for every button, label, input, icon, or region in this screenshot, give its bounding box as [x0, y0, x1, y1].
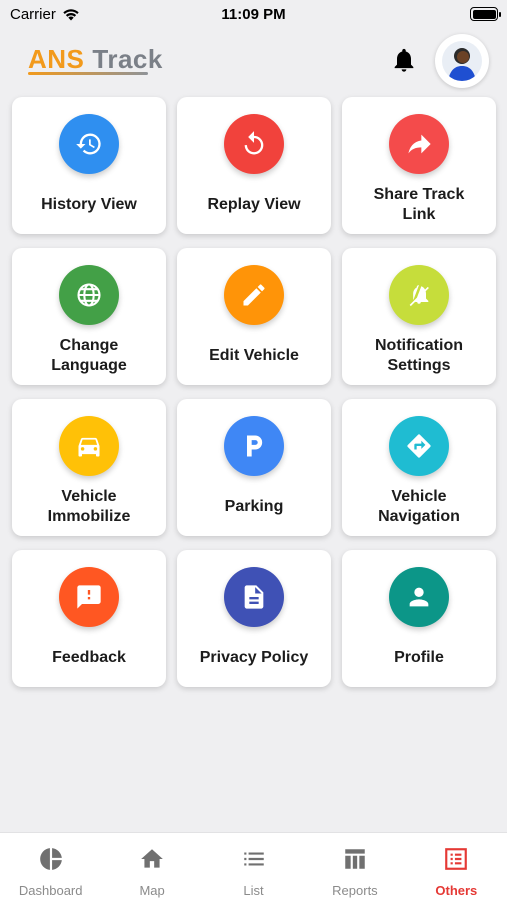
battery-icon [470, 7, 501, 21]
tile-edit-vehicle[interactable]: Edit Vehicle [177, 248, 331, 385]
bottom-tab-bar: Dashboard Map List Reports Others [0, 832, 507, 900]
parking-icon [224, 416, 284, 476]
share-icon [389, 114, 449, 174]
tile-parking[interactable]: Parking [177, 399, 331, 536]
others-icon [443, 846, 469, 877]
tile-label: Edit Vehicle [209, 347, 299, 364]
person-icon [389, 567, 449, 627]
globe-icon [59, 265, 119, 325]
tab-others[interactable]: Others [406, 833, 507, 900]
tab-label: Dashboard [18, 883, 83, 898]
list-icon [241, 846, 267, 877]
tile-history-view[interactable]: History View [12, 97, 166, 234]
status-bar: Carrier 11:09 PM [0, 0, 507, 30]
tile-label: Vehicle Navigation [378, 488, 460, 525]
replay-icon [224, 114, 284, 174]
tab-map[interactable]: Map [101, 833, 202, 900]
tile-privacy-policy[interactable]: Privacy Policy [177, 550, 331, 687]
tile-share-track-link[interactable]: Share Track Link [342, 97, 496, 234]
directions-icon [389, 416, 449, 476]
app-logo: ANS Track [28, 44, 163, 75]
tile-change-language[interactable]: Change Language [12, 248, 166, 385]
tile-label: Change Language [51, 337, 127, 374]
tab-reports[interactable]: Reports [304, 833, 405, 900]
tab-dashboard[interactable]: Dashboard [0, 833, 101, 900]
tile-label: Share Track Link [373, 186, 465, 223]
tile-notification-settings[interactable]: Notification Settings [342, 248, 496, 385]
tab-list[interactable]: List [203, 833, 304, 900]
app-header: ANS Track [0, 30, 507, 90]
bell-icon[interactable] [390, 46, 418, 74]
history-icon [59, 114, 119, 174]
pie-chart-icon [38, 846, 64, 877]
tile-label: Parking [224, 498, 284, 515]
tile-label: History View [41, 196, 137, 213]
status-time: 11:09 PM [221, 6, 286, 23]
logo-text-ans: ANS [28, 44, 85, 74]
tab-label: List [243, 883, 264, 898]
tile-label: Feedback [52, 649, 126, 666]
tile-feedback[interactable]: Feedback [12, 550, 166, 687]
edit-icon [224, 265, 284, 325]
tile-label: Privacy Policy [199, 649, 309, 666]
tab-label: Others [435, 883, 478, 898]
table-icon [342, 846, 368, 877]
notification-settings-icon [389, 265, 449, 325]
home-icon [139, 846, 165, 877]
tab-label: Map [139, 883, 165, 898]
tile-label: Notification Settings [375, 337, 463, 374]
tile-label: Replay View [207, 196, 301, 213]
menu-grid: History View Replay View Share Track Link C… [12, 97, 496, 687]
document-icon [224, 567, 284, 627]
avatar[interactable] [435, 34, 489, 88]
tile-vehicle-navigation[interactable]: Vehicle Navigation [342, 399, 496, 536]
avatar-person-icon [448, 48, 476, 81]
tab-label: Reports [332, 883, 378, 898]
tile-vehicle-immobilize[interactable]: Vehicle Immobilize [12, 399, 166, 536]
tile-label: Profile [394, 649, 444, 666]
tile-label: Vehicle Immobilize [47, 488, 131, 525]
tile-profile[interactable]: Profile [342, 550, 496, 687]
logo-text-track: Track [92, 44, 163, 74]
car-icon [59, 416, 119, 476]
tile-replay-view[interactable]: Replay View [177, 97, 331, 234]
logo-underline [28, 72, 148, 75]
feedback-icon [59, 567, 119, 627]
